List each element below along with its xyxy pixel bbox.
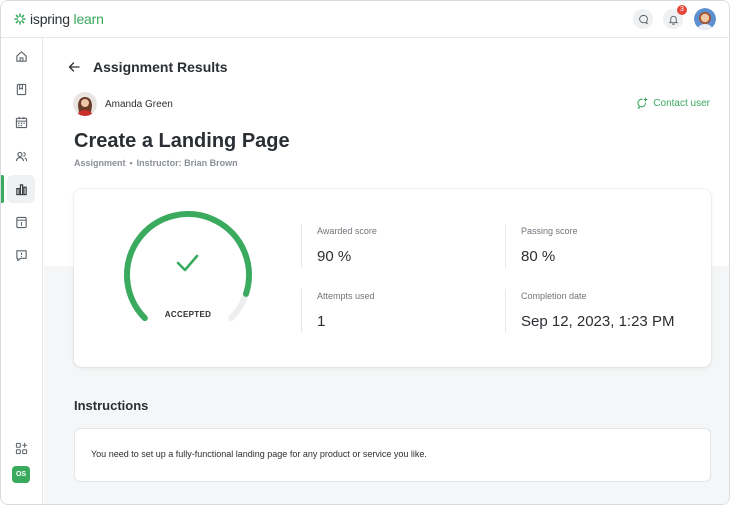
- ispring-logo[interactable]: ispring learn: [14, 11, 104, 27]
- users-icon: [15, 151, 27, 161]
- sidebar: OS: [1, 38, 43, 504]
- passing-score-label: Passing score: [521, 226, 578, 236]
- logo-mark-icon: [14, 13, 26, 25]
- sidebar-item-users[interactable]: [7, 142, 35, 170]
- assignment-meta: Assignment • Instructor: Brian Brown: [74, 158, 238, 168]
- user-avatar: [73, 92, 97, 116]
- completion-date-label: Completion date: [521, 291, 587, 301]
- catalog-icon: [15, 216, 27, 228]
- instructions-title: Instructions: [74, 398, 149, 413]
- profile-avatar-image: [694, 8, 716, 30]
- assignment-title: Create a Landing Page: [74, 130, 290, 152]
- book-icon: [16, 83, 26, 95]
- top-bar: ispring learn 3: [1, 1, 729, 38]
- page-header: Assignment Results: [67, 59, 228, 75]
- checkmark-icon: [176, 254, 199, 272]
- add-widget-icon: [15, 442, 27, 454]
- app-window: ispring learn 3 OS Assignment Results Am…: [0, 0, 730, 505]
- passing-score-value: 80 %: [521, 248, 556, 265]
- chat-plus-icon: [637, 97, 648, 109]
- active-indicator: [1, 175, 4, 203]
- sidebar-item-courses[interactable]: [7, 75, 35, 103]
- add-widget-button[interactable]: [7, 434, 35, 462]
- result-card: ACCEPTED Awarded score 90 % Passing scor…: [74, 189, 711, 367]
- chat-button[interactable]: [633, 9, 653, 29]
- score-gauge: ACCEPTED: [118, 211, 258, 333]
- bell-icon: [668, 15, 678, 25]
- feedback-icon: [15, 249, 27, 261]
- awarded-score-label: Awarded score: [317, 226, 377, 236]
- profile-avatar[interactable]: [694, 8, 716, 30]
- home-icon: [15, 50, 27, 62]
- sidebar-item-catalog[interactable]: [7, 208, 35, 236]
- instructions-text: You need to set up a fully-functional la…: [91, 449, 427, 459]
- sidebar-item-reports[interactable]: [7, 175, 35, 203]
- notifications-button[interactable]: 3: [663, 5, 687, 29]
- status-label: ACCEPTED: [164, 310, 212, 319]
- assignment-instructor: Instructor: Brian Brown: [136, 158, 238, 168]
- back-arrow-icon[interactable]: [67, 60, 81, 74]
- attempts-used-label: Attempts used: [317, 291, 375, 301]
- sidebar-item-home[interactable]: [7, 42, 35, 70]
- completion-date-value: Sep 12, 2023, 1:23 PM: [521, 313, 675, 330]
- assignment-type: Assignment: [74, 158, 126, 168]
- user-info: Amanda Green: [73, 92, 173, 116]
- instructions-card: You need to set up a fully-functional la…: [74, 428, 711, 482]
- user-name: Amanda Green: [105, 98, 173, 110]
- contact-user-link[interactable]: Contact user: [636, 97, 710, 109]
- reports-icon: [15, 183, 27, 195]
- page-title: Assignment Results: [93, 59, 228, 75]
- sidebar-item-feedback[interactable]: [7, 241, 35, 269]
- calendar-icon: [15, 116, 27, 128]
- attempts-used-value: 1: [317, 313, 326, 330]
- org-badge[interactable]: OS: [12, 466, 30, 483]
- awarded-score-value: 90 %: [317, 248, 352, 265]
- logo-text: ispring learn: [30, 11, 104, 27]
- sidebar-item-calendar[interactable]: [7, 108, 35, 136]
- chat-icon: [638, 14, 648, 24]
- notification-count-badge: 3: [677, 5, 687, 15]
- contact-user-label: Contact user: [653, 97, 710, 109]
- main-content: Assignment Results Amanda Green Contact …: [44, 39, 729, 504]
